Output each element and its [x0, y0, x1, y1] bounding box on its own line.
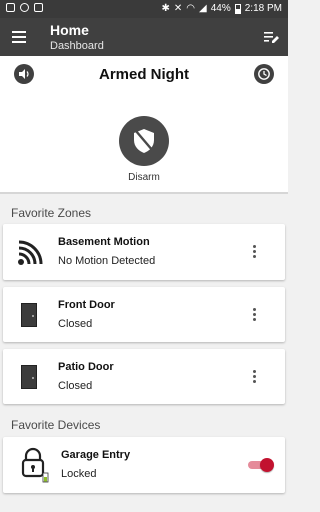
security-state: Armed Night	[99, 66, 189, 83]
clock-icon[interactable]	[254, 64, 274, 84]
security-panel: Armed Night Disarm	[0, 56, 288, 194]
zone-status: Closed	[58, 380, 93, 392]
device-toggle[interactable]	[248, 458, 274, 472]
status-bar-left	[6, 3, 43, 12]
motion-sensor-icon	[17, 236, 43, 268]
more-options-icon[interactable]	[252, 308, 256, 322]
disarm-label: Disarm	[128, 172, 160, 183]
device-card-garage-entry[interactable]: Garage Entry Locked	[3, 437, 285, 493]
more-options-icon[interactable]	[252, 370, 256, 384]
zone-name: Basement Motion	[58, 236, 150, 248]
device-name: Garage Entry	[61, 449, 131, 461]
wifi-icon: ◠	[186, 3, 196, 14]
signal-icon: ◢	[199, 3, 207, 14]
clock-time: 2:18 PM	[244, 3, 282, 14]
zone-card-basement-motion[interactable]: Basement Motion No Motion Detected	[3, 224, 285, 280]
favorite-zones-header: Favorite Zones	[11, 206, 92, 220]
zone-status: Closed	[58, 318, 93, 330]
menu-icon[interactable]	[12, 31, 26, 43]
battery-icon	[234, 3, 241, 14]
home-icon	[6, 3, 15, 12]
battery-percent: 44%	[210, 3, 231, 14]
zone-card-front-door[interactable]: Front Door Closed	[3, 287, 285, 342]
zone-card-patio-door[interactable]: Patio Door Closed	[3, 349, 285, 404]
door-icon	[17, 299, 41, 331]
at-icon	[20, 3, 29, 12]
toggle-thumb	[260, 458, 274, 472]
zone-name: Front Door	[58, 299, 115, 311]
app-subtitle: Dashboard	[50, 40, 104, 52]
app-title: Home	[50, 22, 89, 38]
shield-off-icon	[134, 129, 154, 153]
mute-icon: ✕	[173, 3, 183, 14]
more-options-icon[interactable]	[252, 245, 256, 259]
bluetooth-icon: ✱	[161, 3, 170, 14]
zone-status: No Motion Detected	[58, 255, 156, 267]
status-bar: ✱ ✕ ◠ ◢ 44% 2:18 PM	[0, 0, 288, 18]
device-status: Locked	[61, 468, 97, 480]
image-icon	[34, 3, 43, 12]
app-bar: Home Dashboard	[0, 18, 288, 56]
zone-name: Patio Door	[58, 361, 114, 373]
lock-icon	[19, 447, 49, 483]
disarm-button[interactable]	[119, 116, 169, 166]
status-bar-right: ✱ ✕ ◠ ◢ 44% 2:18 PM	[162, 3, 282, 14]
door-icon	[17, 361, 41, 393]
edit-list-icon[interactable]	[262, 28, 280, 46]
favorite-devices-header: Favorite Devices	[11, 418, 101, 432]
